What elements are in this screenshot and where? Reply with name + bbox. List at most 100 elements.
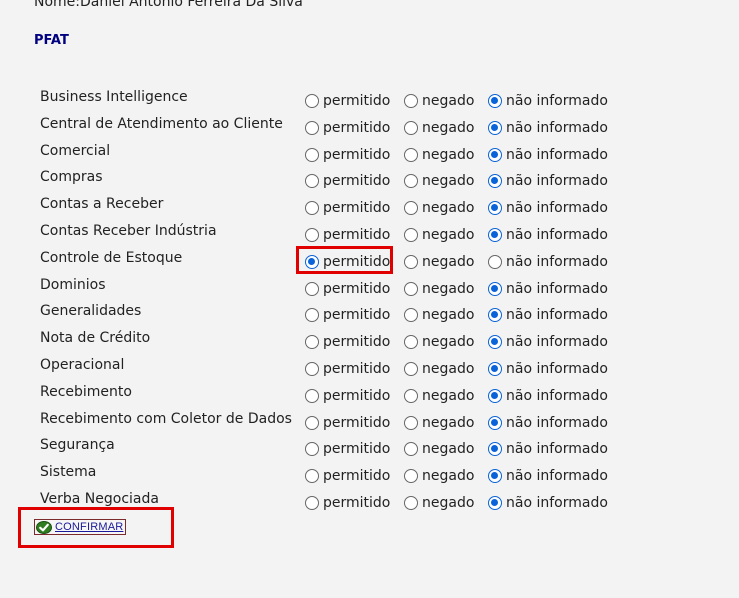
option-permitido[interactable]: permitido <box>305 198 390 218</box>
radio-permitido[interactable] <box>305 495 319 510</box>
module-label: Segurança <box>40 437 115 454</box>
radio-nao-informado[interactable] <box>488 308 502 323</box>
radio-nao-informado[interactable] <box>488 147 502 162</box>
radio-nao-informado[interactable] <box>488 227 502 242</box>
option-permitido[interactable]: permitido <box>305 279 390 299</box>
option-permitido[interactable]: permitido <box>305 118 390 138</box>
option-permitido[interactable]: permitido <box>305 493 390 513</box>
option-negado[interactable]: negado <box>404 198 474 218</box>
option-negado[interactable]: negado <box>404 225 474 245</box>
module-label: Recebimento com Coletor de Dados <box>40 410 292 427</box>
option-negado[interactable]: negado <box>404 171 474 191</box>
radio-negado[interactable] <box>404 174 418 189</box>
option-negado[interactable]: negado <box>404 466 474 486</box>
option-permitido[interactable]: permitido <box>305 466 390 486</box>
radio-negado[interactable] <box>404 201 418 216</box>
radio-permitido[interactable] <box>305 308 319 323</box>
radio-negado[interactable] <box>404 361 418 376</box>
radio-negado[interactable] <box>404 495 418 510</box>
radio-permitido[interactable] <box>305 281 319 296</box>
module-label: Operacional <box>40 356 125 373</box>
radio-permitido[interactable] <box>305 254 319 269</box>
confirm-button[interactable]: CONFIRMAR <box>34 519 127 535</box>
option-nao-informado[interactable]: não informado <box>488 493 608 513</box>
option-permitido[interactable]: permitido <box>305 386 390 406</box>
radio-negado[interactable] <box>404 469 418 484</box>
option-negado[interactable]: negado <box>404 145 474 165</box>
option-negado[interactable]: negado <box>404 118 474 138</box>
radio-nao-informado[interactable] <box>488 201 502 216</box>
radio-negado[interactable] <box>404 388 418 403</box>
option-nao-informado[interactable]: não informado <box>488 359 608 379</box>
option-nao-informado[interactable]: não informado <box>488 279 608 299</box>
radio-permitido[interactable] <box>305 415 319 430</box>
radio-negado[interactable] <box>404 415 418 430</box>
option-negado[interactable]: negado <box>404 91 474 111</box>
radio-permitido[interactable] <box>305 442 319 457</box>
radio-negado[interactable] <box>404 308 418 323</box>
option-permitido[interactable]: permitido <box>305 439 390 459</box>
radio-nao-informado[interactable] <box>488 495 502 510</box>
option-permitido[interactable]: permitido <box>305 359 390 379</box>
radio-nao-informado[interactable] <box>488 442 502 457</box>
option-nao-informado[interactable]: não informado <box>488 171 608 191</box>
option-permitido[interactable]: permitido <box>305 225 390 245</box>
radio-nao-informado[interactable] <box>488 281 502 296</box>
radio-permitido[interactable] <box>305 469 319 484</box>
option-permitido[interactable]: permitido <box>305 145 390 165</box>
option-permitido[interactable]: permitido <box>305 305 390 325</box>
option-negado[interactable]: negado <box>404 493 474 513</box>
radio-nao-informado[interactable] <box>488 254 502 269</box>
radio-negado[interactable] <box>404 254 418 269</box>
option-nao-informado[interactable]: não informado <box>488 466 608 486</box>
radio-nao-informado[interactable] <box>488 361 502 376</box>
option-permitido[interactable]: permitido <box>305 91 390 111</box>
option-nao-informado[interactable]: não informado <box>488 332 608 352</box>
option-nao-informado[interactable]: não informado <box>488 91 608 111</box>
radio-negado[interactable] <box>404 442 418 457</box>
option-negado[interactable]: negado <box>404 305 474 325</box>
option-negado[interactable]: negado <box>404 252 474 272</box>
option-nao-informado[interactable]: não informado <box>488 386 608 406</box>
option-nao-informado[interactable]: não informado <box>488 413 608 433</box>
radio-nao-informado[interactable] <box>488 174 502 189</box>
option-nao-informado[interactable]: não informado <box>488 305 608 325</box>
radio-nao-informado[interactable] <box>488 388 502 403</box>
option-nao-informado[interactable]: não informado <box>488 145 608 165</box>
radio-negado[interactable] <box>404 281 418 296</box>
radio-nao-informado[interactable] <box>488 335 502 350</box>
option-negado[interactable]: negado <box>404 332 474 352</box>
radio-permitido[interactable] <box>305 361 319 376</box>
radio-permitido[interactable] <box>305 388 319 403</box>
option-nao-informado[interactable]: não informado <box>488 198 608 218</box>
option-nao-informado[interactable]: não informado <box>488 118 608 138</box>
option-negado[interactable]: negado <box>404 359 474 379</box>
radio-nao-informado[interactable] <box>488 469 502 484</box>
option-nao-informado[interactable]: não informado <box>488 439 608 459</box>
option-negado[interactable]: negado <box>404 386 474 406</box>
radio-nao-informado[interactable] <box>488 415 502 430</box>
radio-permitido[interactable] <box>305 120 319 135</box>
option-negado[interactable]: negado <box>404 439 474 459</box>
option-nao-informado[interactable]: não informado <box>488 252 608 272</box>
option-permitido[interactable]: permitido <box>305 252 390 272</box>
radio-permitido[interactable] <box>305 174 319 189</box>
radio-nao-informado[interactable] <box>488 120 502 135</box>
option-negado[interactable]: negado <box>404 279 474 299</box>
radio-permitido[interactable] <box>305 147 319 162</box>
radio-permitido[interactable] <box>305 201 319 216</box>
radio-negado[interactable] <box>404 147 418 162</box>
radio-permitido[interactable] <box>305 335 319 350</box>
radio-negado[interactable] <box>404 120 418 135</box>
radio-permitido[interactable] <box>305 94 319 108</box>
option-permitido[interactable]: permitido <box>305 413 390 433</box>
option-negado[interactable]: negado <box>404 413 474 433</box>
option-permitido[interactable]: permitido <box>305 171 390 191</box>
radio-negado[interactable] <box>404 335 418 350</box>
radio-nao-informado[interactable] <box>488 94 502 108</box>
radio-permitido[interactable] <box>305 227 319 242</box>
option-permitido[interactable]: permitido <box>305 332 390 352</box>
radio-negado[interactable] <box>404 94 418 108</box>
radio-negado[interactable] <box>404 227 418 242</box>
option-nao-informado[interactable]: não informado <box>488 225 608 245</box>
